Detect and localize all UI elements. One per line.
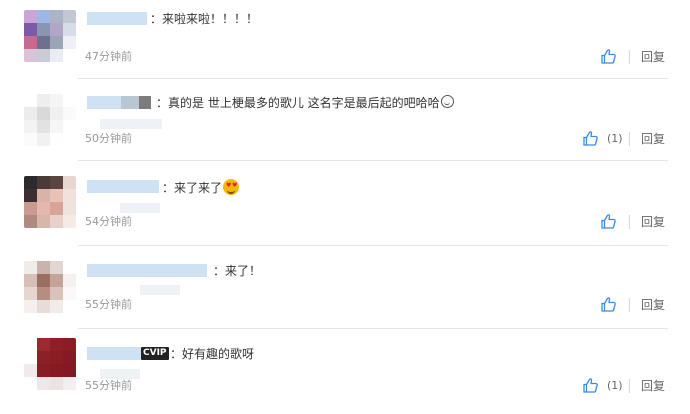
smile-emoji-icon — [440, 95, 454, 108]
avatar[interactable] — [24, 338, 76, 390]
reply-button[interactable]: 回复 — [641, 50, 665, 64]
username-blurred[interactable] — [87, 96, 151, 109]
username-blurred[interactable] — [87, 347, 141, 360]
like-icon[interactable] — [600, 296, 617, 313]
comment-time: 55分钟前 — [85, 379, 132, 392]
comment-text-content: ：来了来了 — [162, 181, 223, 195]
comment-text: ：真的是 世上梗最多的歌儿 这名字是最后起的吧哈哈 — [156, 95, 454, 111]
comment-time: 47分钟前 — [85, 50, 132, 63]
avatar[interactable] — [24, 176, 76, 228]
comment-time: 55分钟前 — [85, 298, 132, 311]
comment-time: 50分钟前 — [85, 132, 132, 145]
username-blurred[interactable] — [87, 180, 159, 193]
like-icon[interactable] — [600, 48, 617, 65]
blurred-line — [120, 203, 160, 213]
reply-button[interactable]: 回复 — [641, 132, 665, 146]
comment-text-content: ：真的是 世上梗最多的歌儿 这名字是最后起的吧哈哈 — [156, 96, 440, 110]
username-blurred[interactable] — [87, 264, 207, 277]
avatar[interactable] — [24, 94, 76, 146]
comment-text: ：好有趣的歌呀 — [170, 347, 255, 361]
divider-vertical — [629, 50, 630, 64]
comment-item: ：真的是 世上梗最多的歌儿 这名字是最后起的吧哈哈 50分钟前 (1) 回复 — [0, 80, 690, 160]
heart-eyes-emoji-icon: ♥ ♥ — [223, 179, 240, 195]
avatar[interactable] — [24, 261, 76, 313]
comment-item: ：来了来了 ♥ ♥ 54分钟前 回复 — [0, 160, 690, 245]
like-count: (1) — [607, 379, 623, 392]
vip-badge: CVIP — [141, 347, 169, 360]
like-icon[interactable] — [600, 213, 617, 230]
divider-vertical — [629, 132, 630, 146]
like-icon[interactable] — [582, 377, 599, 394]
reply-button[interactable]: 回复 — [641, 215, 665, 229]
comment-time: 54分钟前 — [85, 215, 132, 228]
divider-vertical — [629, 379, 630, 393]
comment-divider — [78, 78, 668, 79]
comment-item: ：来啦来啦！！！！ 47分钟前 回复 — [0, 0, 690, 80]
divider-vertical — [629, 298, 630, 312]
like-icon[interactable] — [582, 130, 599, 147]
divider-vertical — [629, 215, 630, 229]
avatar[interactable] — [24, 10, 76, 62]
comment-text: ：来了来了 ♥ ♥ — [162, 179, 240, 196]
comment-text: ：来啦来啦！！！！ — [150, 12, 259, 26]
blurred-line — [100, 369, 140, 379]
reply-button[interactable]: 回复 — [641, 379, 665, 393]
comment-item: CVIP ：好有趣的歌呀 55分钟前 (1) 回复 — [0, 328, 690, 414]
username-blurred[interactable] — [87, 12, 147, 25]
like-count: (1) — [607, 132, 623, 145]
blurred-line — [140, 285, 180, 295]
comment-item: ：来了！ 55分钟前 回复 — [0, 245, 690, 328]
reply-button[interactable]: 回复 — [641, 298, 665, 312]
blurred-line — [100, 119, 162, 129]
comment-text: ：来了！ — [213, 264, 262, 278]
